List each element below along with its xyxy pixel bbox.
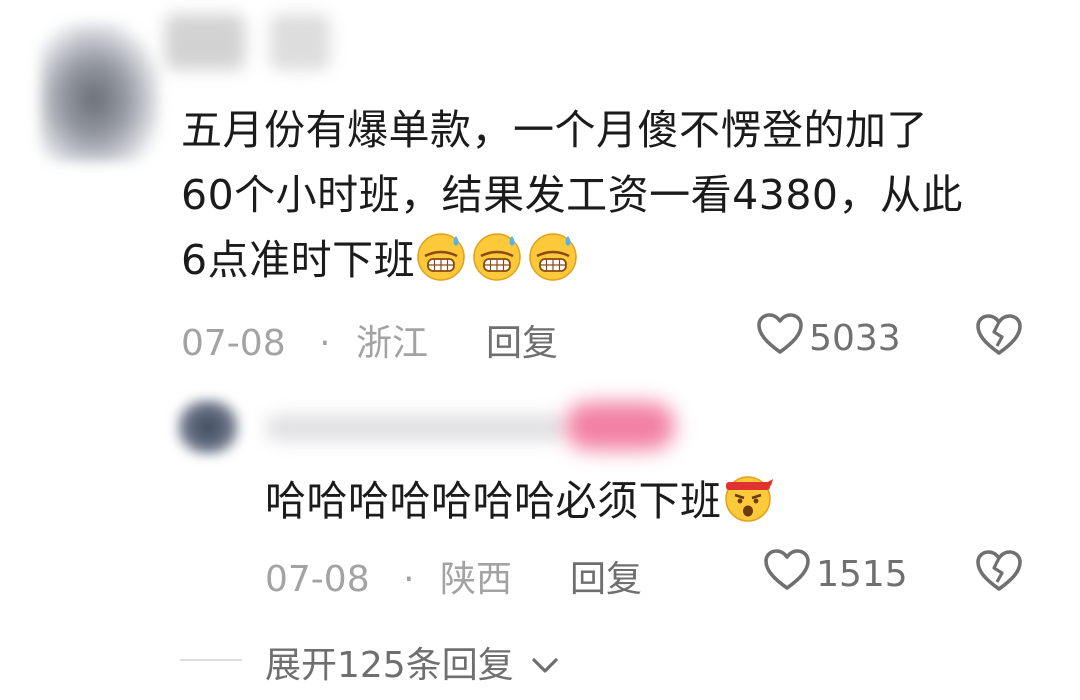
comment-date: 07-08: [181, 323, 286, 364]
reply-date: 07-08: [265, 559, 370, 600]
reply-text: 哈哈哈哈哈哈哈必须下班: [265, 477, 722, 525]
comment-thread: 五月份有爆单款，一个月傻不愣登的加了 60个小时班，结果发工资一看4380，从此…: [0, 0, 1080, 700]
avatar[interactable]: [40, 22, 160, 162]
heart-icon: [763, 548, 811, 596]
chevron-down-icon: [531, 643, 559, 684]
broken-heart-icon: [975, 313, 1023, 361]
comment-body: 五月份有爆单款，一个月傻不愣登的加了 60个小时班，结果发工资一看4380，从此…: [181, 98, 963, 293]
comment-line-1: 五月份有爆单款，一个月傻不愣登的加了: [181, 106, 928, 154]
like-button[interactable]: 5033: [756, 312, 901, 360]
meta-separator: ·: [319, 323, 331, 364]
username-blurred-extra: [270, 14, 330, 70]
username-blurred[interactable]: [165, 14, 245, 70]
reply-reply-button[interactable]: 回复: [570, 550, 642, 602]
expand-divider: [180, 659, 242, 661]
reply-username-tag-blurred: [565, 402, 675, 450]
broken-heart-icon: [975, 549, 1023, 597]
expand-replies-label: 展开125条回复: [265, 645, 514, 686]
reply-like-count: 1515: [816, 554, 908, 595]
reply-like-button[interactable]: 1515: [763, 548, 908, 596]
reply-avatar[interactable]: [176, 398, 240, 456]
reply-dislike-button[interactable]: [975, 549, 1023, 597]
comment-line-2: 60个小时班，结果发工资一看4380，从此: [181, 171, 964, 219]
reply-location: 陕西: [439, 559, 512, 600]
comment-meta: 07-08 · 浙江: [181, 314, 428, 366]
reply-meta: 07-08 · 陕西: [265, 550, 512, 602]
headband-shout-emoji: [722, 471, 774, 523]
comment-location: 浙江: [355, 323, 428, 364]
comment-line-3-text: 6点准时下班: [181, 236, 416, 284]
reply-button[interactable]: 回复: [486, 314, 558, 366]
sweat-smile-emoji-1: [415, 230, 467, 282]
sweat-smile-emoji-2: [471, 230, 523, 282]
reply-username-blurred[interactable]: [265, 414, 565, 442]
expand-replies-button[interactable]: 展开125条回复: [265, 636, 559, 688]
like-count: 5033: [809, 318, 901, 359]
dislike-button[interactable]: [975, 313, 1023, 361]
reply-body: 哈哈哈哈哈哈哈必须下班: [265, 469, 778, 534]
reply-meta-separator: ·: [403, 559, 415, 600]
heart-icon: [756, 312, 804, 360]
sweat-smile-emoji-3: [527, 230, 579, 282]
comment-line-3: 6点准时下班: [181, 228, 963, 293]
